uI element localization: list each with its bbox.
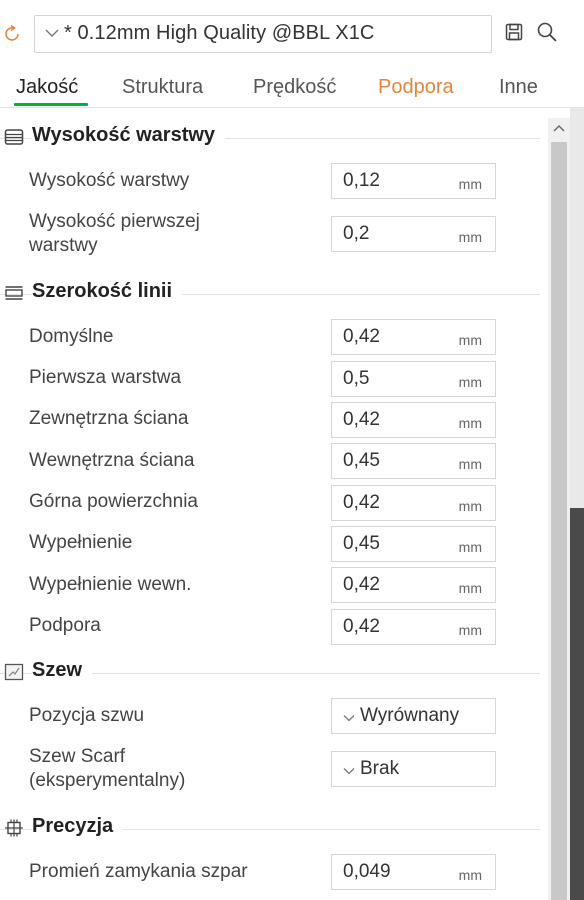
tab-structure[interactable]: Struktura [122, 76, 203, 99]
seam-position-label: Pozycja szwu [29, 705, 145, 726]
layer-height-label: Wysokość warstwy [29, 170, 190, 191]
chevron-down-icon [45, 29, 59, 37]
default-width-input[interactable]: 0,42 mm [331, 319, 496, 355]
preset-select[interactable]: * 0.12mm High Quality @BBL X1C [34, 15, 492, 53]
field-value: 0,42 [343, 409, 380, 430]
field-value: 0,45 [343, 533, 380, 554]
internal-infill-width-label: Wypełnienie wewn. [29, 574, 192, 595]
field-unit: mm [458, 176, 482, 192]
inner-wall-width-label: Wewnętrzna ściana [29, 450, 195, 471]
select-value: Brak [360, 758, 400, 779]
scarf-seam-label-line1: Szew Scarf [29, 746, 126, 767]
outer-wall-width-input[interactable]: 0,42 mm [331, 402, 496, 438]
search-icon[interactable] [536, 21, 558, 43]
settings-panel: Wysokość warstwy Wysokość warstwy 0,12 m… [0, 108, 548, 900]
field-unit: mm [458, 374, 482, 390]
default-width-label: Domyślne [29, 326, 114, 347]
scrollbar-thumb[interactable] [551, 142, 567, 900]
field-value: 0,2 [343, 223, 370, 244]
scarf-seam-label-line2: (eksperymentalny) [29, 770, 186, 791]
internal-infill-width-input[interactable]: 0,42 mm [331, 567, 496, 603]
tab-quality[interactable]: Jakość [16, 76, 78, 99]
field-value: 0,049 [343, 861, 391, 882]
field-value: 0,42 [343, 326, 380, 347]
select-value: Wyrównany [360, 705, 460, 726]
section-title: Wysokość warstwy [32, 124, 226, 147]
field-value: 0,5 [343, 368, 370, 389]
field-unit: mm [458, 867, 482, 883]
section-precision: Precyzja [0, 813, 548, 843]
field-value: 0,12 [343, 170, 380, 191]
field-unit: mm [458, 539, 482, 555]
first-layer-width-input[interactable]: 0,5 mm [331, 361, 496, 397]
save-icon[interactable] [505, 23, 523, 41]
field-unit: mm [458, 229, 482, 245]
field-value: 0,45 [343, 450, 380, 471]
active-tab-indicator [14, 103, 88, 106]
support-width-label: Podpora [29, 615, 101, 636]
seam-position-select[interactable]: Wyrównany [331, 698, 496, 734]
first-layer-height-label-line2: warstwy [29, 235, 98, 256]
support-width-input[interactable]: 0,42 mm [331, 609, 496, 645]
section-title: Szerokość linii [32, 280, 183, 303]
line-width-icon [5, 286, 23, 300]
section-title: Szew [32, 659, 93, 682]
gap-closing-radius-label: Promień zamykania szpar [29, 861, 248, 882]
field-unit: mm [458, 498, 482, 514]
layer-height-input[interactable]: 0,12 mm [331, 163, 496, 199]
scroll-up-arrow-icon[interactable] [553, 124, 565, 132]
section-layer-height: Wysokość warstwy [0, 122, 548, 152]
settings-tabs: Jakość Struktura Prędkość Podpora Inne [0, 68, 584, 108]
field-unit: mm [458, 332, 482, 348]
infill-width-input[interactable]: 0,45 mm [331, 526, 496, 562]
inner-wall-width-input[interactable]: 0,45 mm [331, 443, 496, 479]
viewport-plate [570, 508, 584, 900]
infill-width-label: Wypełnienie [29, 532, 133, 553]
field-value: 0,42 [343, 616, 380, 637]
top-surface-width-input[interactable]: 0,42 mm [331, 485, 496, 521]
field-value: 0,42 [343, 574, 380, 595]
reset-arrow-icon[interactable] [3, 24, 23, 44]
field-unit: mm [458, 456, 482, 472]
tab-support[interactable]: Podpora [378, 76, 454, 99]
tab-speed[interactable]: Prędkość [253, 76, 336, 99]
section-line-width: Szerokość linii [0, 278, 548, 308]
gap-closing-radius-input[interactable]: 0,049 mm [331, 854, 496, 890]
field-value: 0,42 [343, 492, 380, 513]
tab-other[interactable]: Inne [499, 76, 538, 99]
first-layer-width-label: Pierwsza warstwa [29, 367, 182, 388]
seam-icon [4, 663, 24, 681]
section-seam: Szew [0, 657, 548, 687]
chevron-down-icon [343, 715, 355, 722]
vertical-scrollbar[interactable] [548, 118, 570, 900]
precision-icon [5, 819, 23, 837]
scarf-seam-select[interactable]: Brak [331, 751, 496, 787]
first-layer-height-input[interactable]: 0,2 mm [331, 216, 496, 252]
outer-wall-width-label: Zewnętrzna ściana [29, 408, 189, 429]
layers-icon [4, 129, 24, 145]
chevron-down-icon [343, 768, 355, 775]
top-surface-width-label: Górna powierzchnia [29, 491, 198, 512]
preset-name: * 0.12mm High Quality @BBL X1C [64, 22, 375, 44]
field-unit: mm [458, 580, 482, 596]
viewport-edge [570, 108, 584, 900]
field-unit: mm [458, 622, 482, 638]
section-title: Precyzja [32, 815, 124, 838]
preset-bar: * 0.12mm High Quality @BBL X1C [0, 0, 584, 68]
field-unit: mm [458, 415, 482, 431]
first-layer-height-label-line1: Wysokość pierwszej [29, 211, 200, 232]
